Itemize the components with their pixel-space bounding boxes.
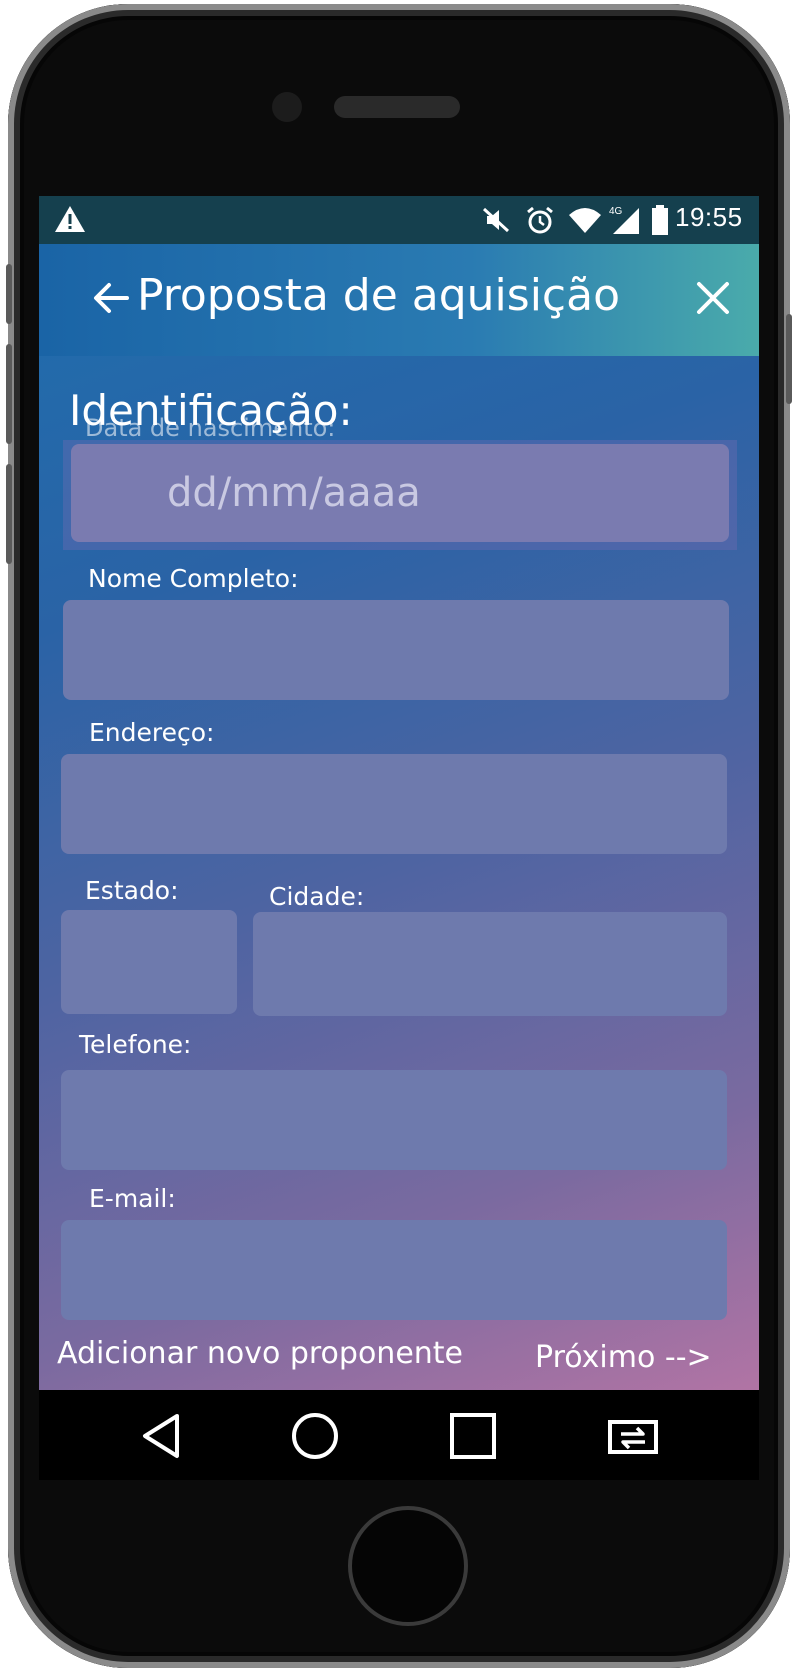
side-button-right <box>786 314 792 404</box>
signal-icon: 4G <box>609 206 639 234</box>
earpiece-speaker <box>334 96 460 118</box>
side-button-left-1 <box>6 264 12 324</box>
birth-date-input[interactable] <box>71 444 729 542</box>
status-clock: 19:55 <box>675 202 743 232</box>
app-screen: 4G 19:55 Proposta de aquisição Identific… <box>39 196 759 1390</box>
state-input[interactable] <box>61 910 237 1014</box>
arrow-left-icon[interactable] <box>91 278 131 318</box>
front-camera <box>272 92 302 122</box>
battery-icon <box>652 205 668 235</box>
email-input[interactable] <box>61 1220 727 1320</box>
home-circle-icon[interactable] <box>287 1408 343 1464</box>
page-title: Proposta de aquisição <box>137 270 620 321</box>
side-button-left-2 <box>6 344 12 444</box>
alarm-icon <box>527 206 553 234</box>
next-button[interactable]: Próximo --> <box>535 1340 712 1375</box>
state-label: Estado: <box>85 876 179 905</box>
add-proponent-button[interactable]: Adicionar novo proponente <box>57 1336 463 1371</box>
close-icon[interactable] <box>695 280 731 316</box>
back-triangle-icon[interactable] <box>133 1408 189 1464</box>
switch-app-icon[interactable] <box>605 1408 661 1464</box>
wifi-icon <box>569 208 601 233</box>
recents-square-icon[interactable] <box>445 1408 501 1464</box>
full-name-input[interactable] <box>63 600 729 700</box>
phone-label: Telefone: <box>79 1030 192 1059</box>
city-input[interactable] <box>253 912 727 1016</box>
city-label: Cidade: <box>269 882 365 911</box>
section-title: Identificação: <box>69 386 353 435</box>
address-label: Endereço: <box>89 718 215 747</box>
status-bar: 4G 19:55 <box>39 196 759 244</box>
home-button[interactable] <box>348 1506 468 1626</box>
email-label: E-mail: <box>89 1184 176 1213</box>
mute-icon <box>482 207 510 233</box>
android-nav-bar <box>39 1390 759 1480</box>
address-input[interactable] <box>61 754 727 854</box>
phone-input[interactable] <box>61 1070 727 1170</box>
app-bar: Proposta de aquisição <box>39 244 759 356</box>
network-type-label: 4G <box>609 206 623 217</box>
side-button-left-3 <box>6 464 12 564</box>
full-name-label: Nome Completo: <box>88 564 299 593</box>
warning-icon <box>55 206 85 232</box>
